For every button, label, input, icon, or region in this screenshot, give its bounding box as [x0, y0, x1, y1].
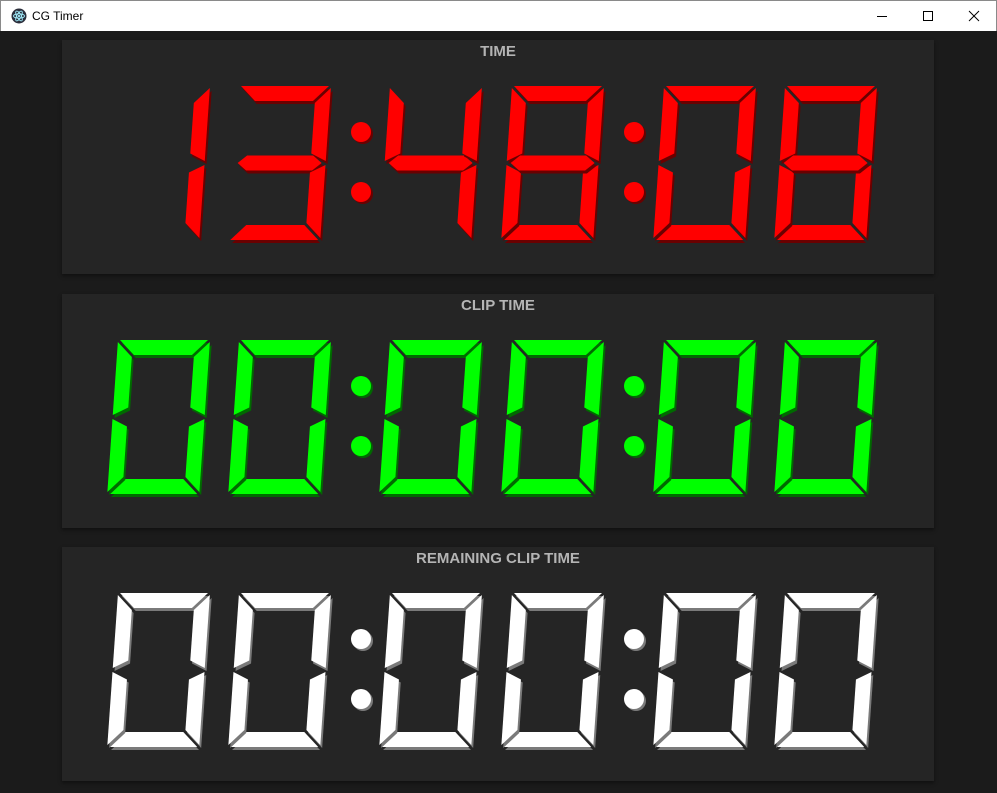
seven-segment-display: [107, 340, 879, 497]
colon-1-dot-1: [351, 376, 371, 396]
digit-6: [774, 593, 879, 750]
remaining-clip-time-clock-display: [62, 547, 934, 781]
colon-1-dot-2: [351, 436, 371, 456]
digit-3: [379, 593, 484, 750]
digit-3: [384, 88, 484, 241]
digit-5: [653, 593, 758, 750]
colon-2-dot-2: [624, 436, 644, 456]
minimize-button[interactable]: [859, 1, 905, 31]
colon-2-dot-2: [624, 689, 644, 709]
seven-segment-display: [185, 86, 879, 243]
colon-1-dot-1: [351, 122, 371, 142]
digit-4: [501, 593, 606, 750]
digit-6: [774, 86, 879, 243]
segment-g: [237, 155, 322, 171]
digit-3: [379, 340, 484, 497]
close-button[interactable]: [951, 1, 997, 31]
colon-1-dot-2: [351, 182, 371, 202]
segment-g: [388, 155, 473, 171]
digit-2: [230, 86, 333, 243]
segment-g: [510, 155, 595, 171]
digit-1: [185, 88, 212, 241]
clip-time-clock-display: [62, 294, 934, 528]
maximize-button[interactable]: [905, 1, 951, 31]
digit-1: [107, 340, 212, 497]
colon-2-dot-1: [624, 376, 644, 396]
time-clock-display: [62, 40, 934, 274]
electron-atom-icon: [11, 8, 27, 24]
colon-2-dot-2: [624, 182, 644, 202]
digit-4: [501, 340, 606, 497]
digit-5: [653, 86, 758, 243]
colon-2-dot-1: [624, 122, 644, 142]
colon-2-dot-1: [624, 629, 644, 649]
segment-d: [230, 225, 319, 240]
colon-1-dot-2: [351, 689, 371, 709]
digit-5: [653, 340, 758, 497]
segment-g: [783, 155, 868, 171]
digit-6: [774, 340, 879, 497]
seven-segment-display: [107, 593, 879, 750]
digit-1: [107, 593, 212, 750]
window-title: CG Timer: [32, 9, 84, 23]
digit-4: [501, 86, 606, 243]
digit-2: [228, 340, 333, 497]
colon-1-dot-1: [351, 629, 371, 649]
time-panel: TIME: [62, 40, 934, 274]
clip-time-panel: CLIP TIME: [62, 294, 934, 528]
minimize-icon: [877, 16, 887, 17]
maximize-icon: [923, 11, 933, 21]
close-icon: [968, 10, 980, 22]
digit-2: [228, 593, 333, 750]
remaining-clip-time-panel: REMAINING CLIP TIME: [62, 547, 934, 781]
title-bar[interactable]: CG Timer: [0, 0, 997, 31]
